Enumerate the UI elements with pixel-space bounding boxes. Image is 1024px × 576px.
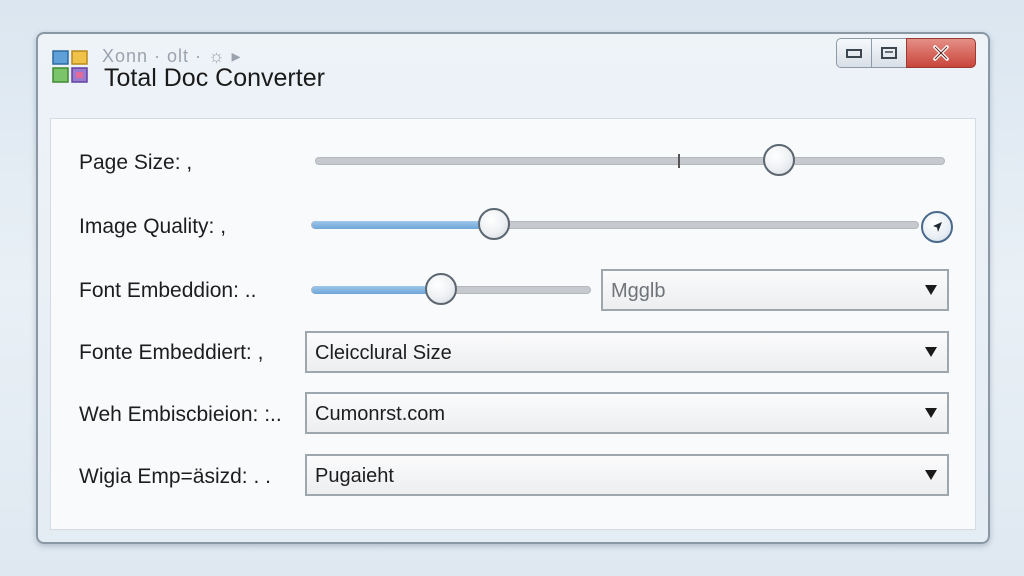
image-quality-slider[interactable] bbox=[311, 208, 919, 240]
app-window: Xonn · olt · ☼ ▸ Total Doc Converter Pag… bbox=[36, 32, 990, 544]
cursor-arrow-icon bbox=[933, 222, 942, 232]
wigia-emp-label: Wigia Emp=äsizd: . . bbox=[79, 465, 271, 488]
close-button[interactable] bbox=[906, 38, 976, 68]
image-quality-slider-thumb[interactable] bbox=[478, 208, 511, 240]
weh-embiscbieion-label: Weh Embiscbieion: :.. bbox=[79, 403, 282, 426]
page-size-label: Page Size: , bbox=[79, 151, 193, 174]
font-embeddion-label: Font Embeddion: .. bbox=[79, 279, 257, 302]
title-bar[interactable]: Xonn · olt · ☼ ▸ Total Doc Converter bbox=[38, 34, 988, 114]
font-embeddion-dropdown-value: Mgglb bbox=[611, 280, 666, 302]
fonte-embeddiert-dropdown[interactable]: Cleicclural Size bbox=[305, 331, 949, 373]
font-embeddion-dropdown[interactable]: Mgglb bbox=[601, 269, 949, 311]
font-embeddion-slider-fill bbox=[312, 286, 441, 294]
minimize-button[interactable] bbox=[836, 38, 872, 68]
app-logo-icon bbox=[52, 50, 88, 83]
page-size-slider[interactable] bbox=[315, 144, 945, 176]
chevron-down-icon bbox=[925, 285, 937, 295]
maximize-button[interactable] bbox=[871, 38, 907, 68]
image-quality-end-knob[interactable] bbox=[921, 211, 953, 243]
image-quality-label: Image Quality: , bbox=[79, 215, 227, 238]
page-size-slider-thumb[interactable] bbox=[763, 144, 796, 176]
close-icon bbox=[933, 45, 949, 61]
chevron-down-icon bbox=[925, 470, 937, 480]
fonte-embeddiert-dropdown-value: Cleicclural Size bbox=[315, 342, 452, 364]
wigia-emp-dropdown[interactable]: Pugaieht bbox=[305, 454, 949, 496]
chevron-down-icon bbox=[925, 408, 937, 418]
wigia-emp-dropdown-value: Pugaieht bbox=[315, 465, 394, 487]
slider-tick bbox=[678, 154, 680, 168]
window-title: Total Doc Converter bbox=[104, 64, 325, 92]
settings-panel: Page Size: , Image Quality: , Font Embed… bbox=[50, 118, 976, 530]
weh-embiscbieion-dropdown[interactable]: Cumonrst.com bbox=[305, 392, 949, 434]
caption-buttons bbox=[836, 38, 976, 70]
fonte-embeddiert-label: Fonte Embeddiert: , bbox=[79, 341, 264, 364]
font-embeddion-slider[interactable] bbox=[311, 273, 591, 305]
minimize-icon bbox=[846, 49, 862, 58]
maximize-icon bbox=[881, 47, 897, 59]
image-quality-slider-fill bbox=[312, 221, 495, 229]
chevron-down-icon bbox=[925, 347, 937, 357]
weh-embiscbieion-dropdown-value: Cumonrst.com bbox=[315, 403, 446, 425]
font-embeddion-slider-thumb[interactable] bbox=[424, 273, 457, 305]
